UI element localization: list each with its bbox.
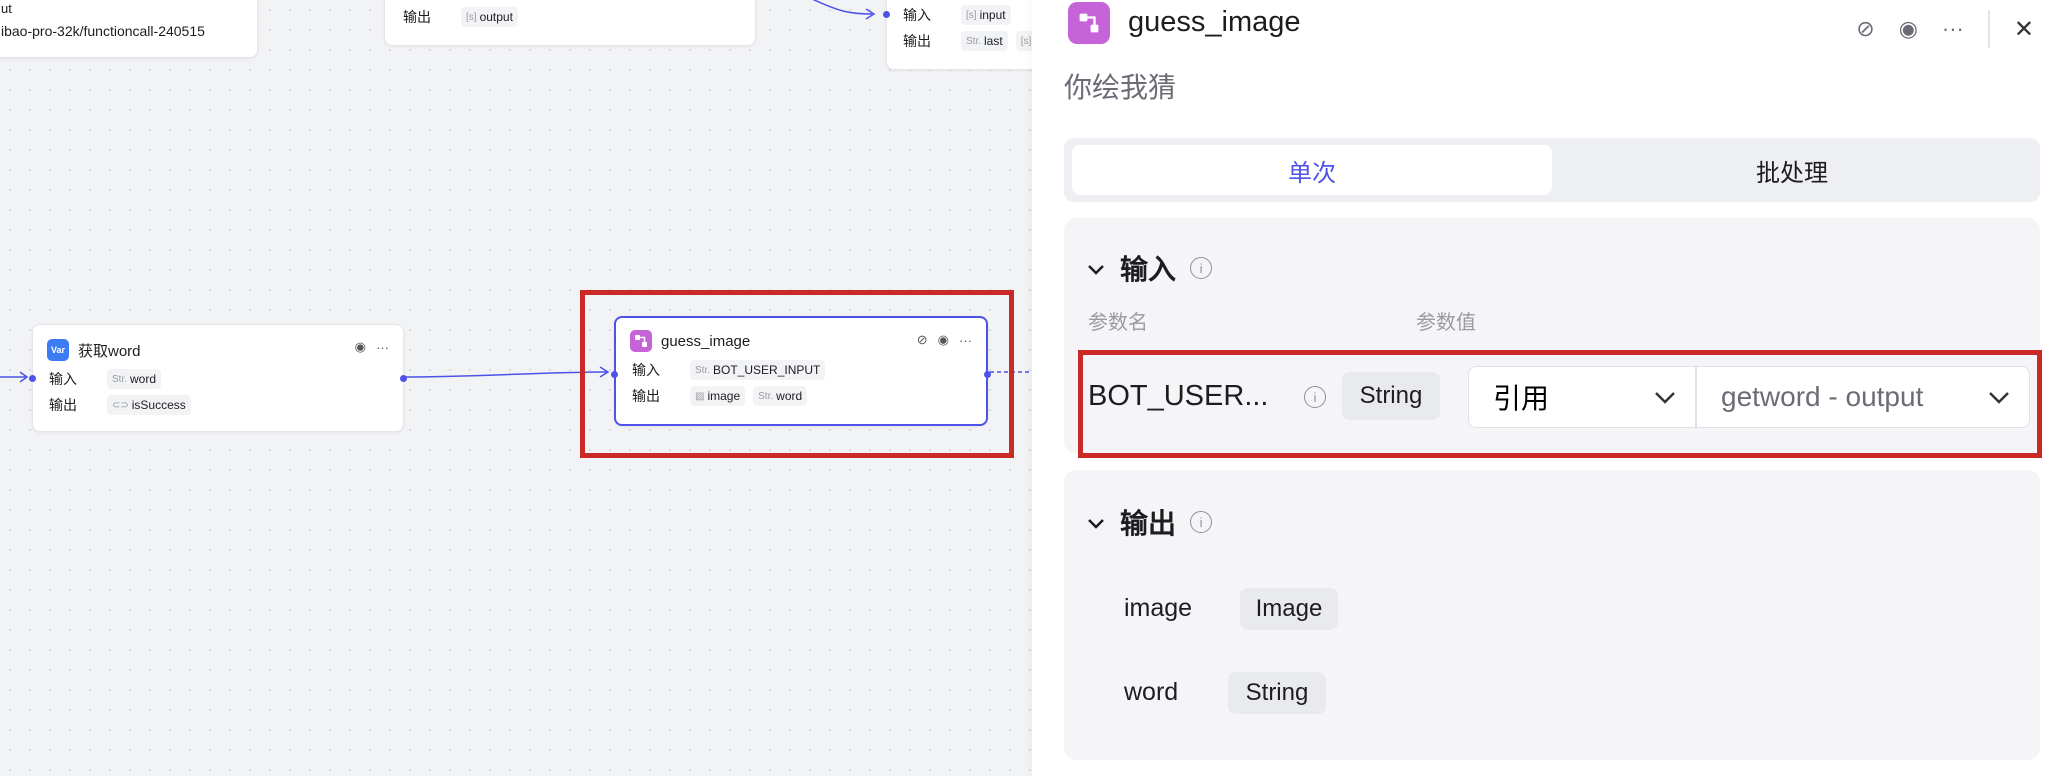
node-getword[interactable]: Var 获取word ◉ ··· 输入 Str. word 输出 ⊂⊃ isSucc… <box>29 324 407 432</box>
panel-title: guess_image <box>1128 6 1301 38</box>
plugin-icon <box>1068 2 1110 44</box>
run-icon[interactable]: ◉ <box>355 339 366 355</box>
input-pill: [s] input <box>961 5 1011 25</box>
chevron-down-icon[interactable] <box>1086 506 1106 538</box>
array-icon: [s] <box>466 11 477 23</box>
node-llm-partial[interactable]: ut ibao-pro-32k/functioncall-240515 <box>0 0 258 58</box>
section-title: 输出 <box>1120 508 1177 539</box>
workflow-canvas[interactable]: ut ibao-pro-32k/functioncall-240515 输出 [… <box>0 0 1032 776</box>
input-port[interactable] <box>883 11 890 18</box>
output-pill-last: Str. last <box>961 31 1008 51</box>
array-icon: [s] <box>966 9 977 21</box>
chevron-down-icon[interactable] <box>1086 252 1106 284</box>
array-icon: [s] <box>1020 35 1032 47</box>
output-name-word: word <box>1124 678 1179 706</box>
highlight-box-node <box>580 290 1014 458</box>
info-icon[interactable]: i <box>1190 257 1213 279</box>
bell-off-icon[interactable]: ⊘ <box>1856 16 1874 42</box>
output-label: 输出 <box>403 9 431 25</box>
tab-batch[interactable]: 批处理 <box>1552 145 2032 195</box>
node-end-partial[interactable]: 输入 [s]input 输出 Str.last [s]a <box>883 0 1032 70</box>
panel-description: 你绘我猜 <box>1064 72 1177 103</box>
input-pill: Str. word <box>107 369 162 389</box>
node-code-partial[interactable]: 输出 [s] output <box>384 0 756 46</box>
mode-tabs: 单次 批处理 <box>1064 138 2040 202</box>
output-port[interactable] <box>400 375 407 382</box>
info-icon[interactable]: i <box>1190 511 1213 533</box>
output-type-word: String <box>1228 672 1326 714</box>
col-param-value: 参数值 <box>1416 312 1476 334</box>
toggle-icon: ⊂⊃ <box>112 399 129 411</box>
output-pill: ⊂⊃ isSuccess <box>107 395 191 415</box>
more-icon[interactable]: ··· <box>1942 16 1964 42</box>
output-name-image: image <box>1124 594 1193 622</box>
section-title: 输入 <box>1120 254 1177 285</box>
node-partial-label: ut <box>1 1 12 16</box>
input-label: 输入 <box>903 7 931 23</box>
close-icon[interactable]: ✕ <box>2014 15 2034 44</box>
divider <box>1987 10 1990 48</box>
run-icon[interactable]: ◉ <box>1899 16 1918 42</box>
more-icon[interactable]: ··· <box>376 340 389 355</box>
output-label: 输出 <box>49 397 77 413</box>
input-port[interactable] <box>29 375 36 382</box>
col-param-name: 参数名 <box>1088 312 1148 334</box>
output-pill: [s] output <box>461 7 518 27</box>
output-label: 输出 <box>903 33 931 49</box>
node-title: 获取word <box>78 342 141 360</box>
output-type-image: Image <box>1240 588 1338 630</box>
node-detail-panel: guess_image ⊘ ◉ ··· ✕ 你绘我猜 单次 批处理 输入 i 参… <box>1032 0 2056 776</box>
tab-single[interactable]: 单次 <box>1072 145 1552 195</box>
output-section: 输出 i image Image word String <box>1064 470 2040 760</box>
input-label: 输入 <box>49 371 77 387</box>
variable-icon: Var <box>47 339 69 361</box>
output-pill-a: [s]a <box>1015 31 1032 51</box>
model-name: ibao-pro-32k/functioncall-240515 <box>1 23 205 39</box>
highlight-box-param <box>1078 350 2042 458</box>
